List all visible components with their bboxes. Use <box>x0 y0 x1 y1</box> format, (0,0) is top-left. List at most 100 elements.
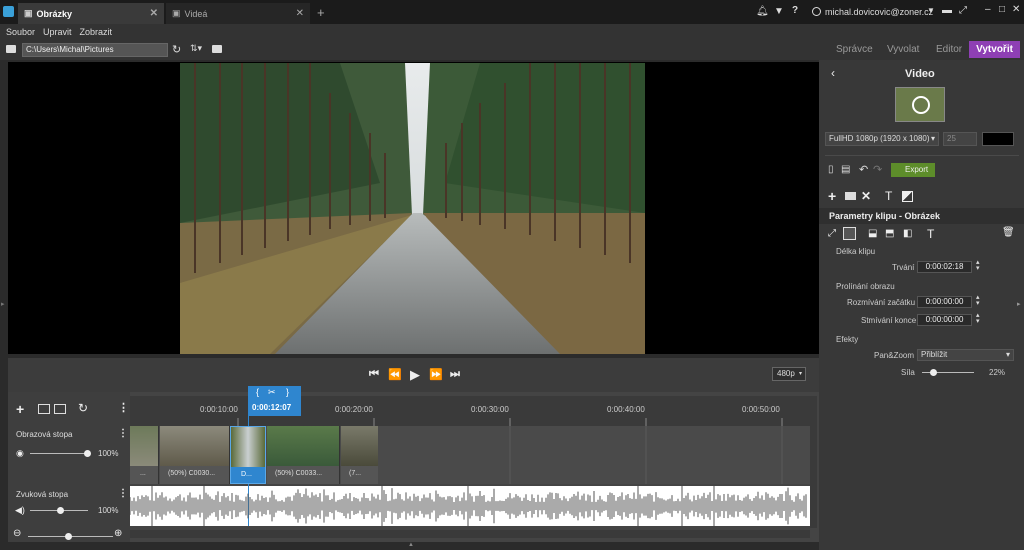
mode-create[interactable]: Vytvořit <box>969 41 1020 58</box>
audio-waveform[interactable] <box>130 486 810 526</box>
video-track-menu-icon[interactable]: ⋮ <box>118 428 128 439</box>
preview-image <box>180 63 645 354</box>
trash-icon[interactable]: 🗑︎ <box>1002 227 1015 238</box>
minimize-icon[interactable]: – <box>985 4 991 15</box>
strength-slider-handle[interactable] <box>930 369 938 376</box>
fullscreen-icon[interactable]: ⤢ <box>959 5 967 16</box>
bell-icon[interactable]: 🔔︎ <box>756 6 769 17</box>
text-overlay-icon[interactable]: T <box>927 227 934 241</box>
new-tab-button[interactable]: + <box>317 5 325 20</box>
audio-track-menu-icon[interactable]: ⋮ <box>118 488 128 499</box>
zoom-in-icon[interactable]: ⊕ <box>114 528 122 539</box>
background-color-swatch[interactable] <box>982 132 1014 146</box>
video-clip[interactable]: (7... <box>341 426 378 484</box>
close-tab-icon[interactable]: ✕ <box>150 8 158 19</box>
panel-resize-handle[interactable]: ▲ <box>408 542 414 548</box>
undo-icon[interactable]: ↶ <box>859 163 868 176</box>
cart-icon[interactable]: ▼ <box>774 6 784 17</box>
refresh-icon[interactable]: ↻ <box>172 43 181 56</box>
scissors-icon[interactable]: ✂ <box>268 387 276 398</box>
mode-manager[interactable]: Správce <box>830 41 879 58</box>
video-opacity-handle[interactable] <box>84 450 91 457</box>
video-clip-selected[interactable]: D... <box>230 426 266 484</box>
mode-develop[interactable]: Vyvolat <box>881 41 925 58</box>
flip-vertical-icon[interactable]: ◧ <box>903 228 912 239</box>
timeline-scrollbar[interactable] <box>130 530 810 538</box>
more-options-icon[interactable]: ⋮ <box>118 401 129 414</box>
upload-folder-icon[interactable] <box>212 45 222 53</box>
fade-out-input[interactable]: 0:00:00:00 <box>917 314 972 326</box>
chevron-down-icon: ▾ <box>930 134 935 143</box>
close-tab-icon[interactable]: ✕ <box>296 8 304 19</box>
text-icon[interactable]: T <box>885 189 892 203</box>
menu-edit[interactable]: Upravit <box>43 27 72 37</box>
zoom-slider-handle[interactable] <box>65 533 72 540</box>
panzoom-select[interactable]: Přiblížit ▾ <box>917 349 1014 361</box>
duration-stepper[interactable]: ▴ ▾ <box>976 259 980 272</box>
resolution-select[interactable]: FullHD 1080p (1920 x 1080) ▾ <box>825 132 939 146</box>
play-button[interactable]: ▶ <box>410 367 420 383</box>
fade-out-stepper[interactable]: ▴ ▾ <box>976 312 980 325</box>
video-panel: ‹ Video FullHD 1080p (1920 x 1080) ▾ 25 … <box>819 60 1024 550</box>
menu-file[interactable]: Soubor <box>6 27 35 37</box>
new-file-icon[interactable]: ▯ <box>828 164 834 175</box>
export-button[interactable]: Export <box>891 163 935 177</box>
fill-icon[interactable] <box>843 227 856 240</box>
account-email[interactable]: michal.dovicovic@zoner.cz <box>825 7 933 17</box>
speaker-icon[interactable]: ◀) <box>15 505 25 516</box>
delete-icon[interactable]: ✕ <box>861 189 871 203</box>
magnet-icon[interactable]: ↻ <box>78 401 88 415</box>
previous-clip-icon[interactable]: ⏪ <box>388 368 402 381</box>
marker-out-icon[interactable]: } <box>286 387 289 397</box>
video-thumbnail[interactable] <box>895 87 945 122</box>
add-media-icon[interactable] <box>38 404 50 414</box>
tab-videos[interactable]: ▣ Videá ✕ <box>166 3 310 24</box>
mode-editor[interactable]: Editor <box>930 41 968 58</box>
add-audio-icon[interactable] <box>54 404 66 414</box>
panzoom-label: Pan&Zoom <box>874 351 915 360</box>
sort-icon[interactable]: ⇅▾ <box>190 43 202 54</box>
video-opacity-slider[interactable] <box>30 453 88 454</box>
tab-pictures[interactable]: ▣ Obrázky ✕ <box>18 3 164 24</box>
rotate-icon[interactable]: ⬓ <box>868 228 877 239</box>
folder-icon[interactable] <box>6 45 16 53</box>
fade-in-input[interactable]: 0:00:00:00 <box>917 296 972 308</box>
duration-input[interactable]: 0:00:02:18 <box>917 261 972 273</box>
back-arrow-icon[interactable]: ‹ <box>831 66 835 80</box>
fit-icon[interactable]: ⤢ <box>828 228 836 239</box>
path-input[interactable]: C:\Users\Michal\Pictures <box>22 43 168 57</box>
add-track-icon[interactable]: + <box>16 401 24 417</box>
close-window-icon[interactable]: ✕ <box>1012 4 1020 15</box>
marker-in-icon[interactable]: { <box>256 387 259 397</box>
next-clip-icon[interactable]: ⏩ <box>429 368 443 381</box>
help-icon[interactable]: ? <box>792 5 798 16</box>
add-icon[interactable]: + <box>828 188 836 204</box>
audio-volume-handle[interactable] <box>57 507 64 514</box>
collapse-right-icon[interactable]: ▸ <box>1017 300 1021 308</box>
ruler-tick-label: 0:00:30:00 <box>471 405 509 414</box>
video-clip[interactable]: ... <box>130 426 159 484</box>
fade-in-stepper[interactable]: ▴ ▾ <box>976 294 980 307</box>
go-to-start-icon[interactable]: ⏮ <box>369 368 379 381</box>
eye-icon[interactable]: ◉ <box>16 448 24 459</box>
zoom-out-icon[interactable]: ⊖ <box>13 528 21 539</box>
timeline-v-scrollbar[interactable] <box>810 396 817 528</box>
maximize-icon[interactable]: □ <box>999 4 1005 15</box>
menu-view[interactable]: Zobrazit <box>80 27 113 37</box>
redo-icon[interactable]: ↷ <box>873 163 882 176</box>
playhead-handle[interactable]: { ✂ } 0:00:12:07 <box>248 386 301 416</box>
preview-quality-select[interactable]: 480p ▾ <box>772 367 806 381</box>
resolution-value: FullHD 1080p (1920 x 1080) <box>829 134 930 143</box>
collapse-left-icon[interactable]: ▸ <box>1 300 5 308</box>
color-frame-icon[interactable] <box>902 191 913 202</box>
save-icon[interactable]: ▤ <box>841 164 850 175</box>
fps-select[interactable]: 25 <box>943 132 977 146</box>
add-folder-icon[interactable] <box>845 192 856 200</box>
window-menu-icon[interactable]: ▬ <box>942 5 952 16</box>
flip-horizontal-icon[interactable]: ⬒ <box>885 228 894 239</box>
go-to-end-icon[interactable]: ⏭ <box>450 368 460 381</box>
video-clip[interactable]: (50%) C0030... <box>160 426 230 484</box>
account-dropdown-icon[interactable]: ▼ <box>927 6 935 15</box>
video-clip[interactable]: (50%) C0033... <box>267 426 340 484</box>
clip-label: (50%) C0033... <box>275 470 323 477</box>
